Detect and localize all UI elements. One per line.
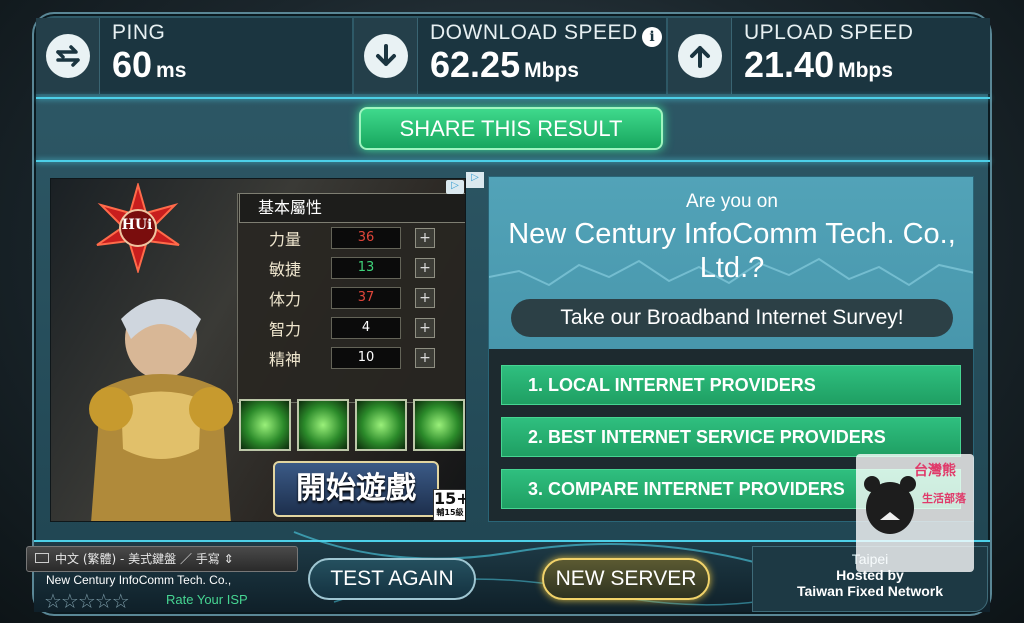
game-ad[interactable]: HUi 基本屬性 力量 36 + 敏捷 13 + 体力 37 + 智力 4 + 精神 10 + 開始遊戲 1… (50, 178, 466, 522)
rating-stars[interactable]: ☆☆☆☆☆ (44, 589, 130, 613)
attribute-value: 37 (331, 287, 401, 309)
share-result-button[interactable]: SHARE THIS RESULT (359, 107, 663, 150)
attribute-plus-button[interactable]: + (415, 348, 435, 368)
arrow-up-icon (677, 34, 722, 78)
attribute-plus-button[interactable]: + (415, 228, 435, 248)
game-logo-text: HUi (121, 217, 153, 233)
download-value: 62.25 (430, 44, 521, 85)
attribute-plus-button[interactable]: + (415, 318, 435, 338)
arrow-down-icon (363, 34, 408, 78)
attribute-value: 4 (331, 317, 401, 339)
header-divider (36, 97, 990, 99)
attribute-name: 智力 (269, 320, 302, 339)
speedtest-app: PING 60 ms DOWNLOAD SPEED 62.25 Mbps i UPL… (0, 0, 1024, 623)
bear-mascot-icon (864, 476, 916, 534)
skill-icon (297, 399, 349, 451)
attribute-plus-button[interactable]: + (415, 258, 435, 278)
survey-question: Are you on (686, 191, 778, 212)
attribute-row: 敏捷 13 + (251, 255, 465, 281)
age-rating-badge: 15+輔15級 (433, 489, 465, 521)
skill-icons (239, 399, 465, 451)
attributes-title: 基本屬性 (239, 193, 465, 223)
swap-arrows-icon (45, 34, 90, 78)
upload-stat: UPLOAD SPEED 21.40 Mbps (668, 18, 913, 94)
adchoices-icon[interactable]: ▷ (446, 180, 464, 194)
attribute-row: 体力 37 + (251, 285, 465, 311)
watermark-subtext: 生活部落 (922, 492, 966, 505)
watermark-text: 台灣熊 (914, 463, 956, 479)
keyboard-icon (35, 553, 49, 563)
share-divider (36, 160, 990, 162)
attribute-name: 精神 (269, 350, 302, 369)
download-unit: Mbps (524, 59, 579, 82)
start-game-button[interactable]: 開始遊戲 (273, 461, 439, 517)
upload-unit: Mbps (838, 59, 893, 82)
ping-value: 60 (112, 44, 153, 85)
skill-icon (239, 399, 291, 451)
ime-label: 中文 (繁體) - 美式鍵盤 ／ 手寫 ⇕ (55, 552, 234, 566)
ping-label: PING (112, 21, 166, 44)
upload-label: UPLOAD SPEED (744, 21, 914, 44)
skill-icon (355, 399, 407, 451)
ime-toolbar[interactable]: 中文 (繁體) - 美式鍵盤 ／ 手寫 ⇕ (26, 546, 298, 572)
attribute-plus-button[interactable]: + (415, 288, 435, 308)
best-providers-button[interactable]: 2. BEST INTERNET SERVICE PROVIDERS (501, 417, 961, 457)
attribute-value: 36 (331, 227, 401, 249)
info-icon[interactable]: i (642, 27, 662, 47)
local-providers-button[interactable]: 1. LOCAL INTERNET PROVIDERS (501, 365, 961, 405)
new-server-button[interactable]: NEW SERVER (542, 558, 710, 600)
download-label: DOWNLOAD SPEED (430, 21, 638, 44)
watermark-logo: 台灣熊 生活部落 (856, 454, 974, 572)
ping-unit: ms (156, 59, 187, 82)
ping-stat: PING 60 ms (36, 18, 186, 94)
rate-isp-link[interactable]: Rate Your ISP (166, 592, 248, 607)
attribute-name: 敏捷 (269, 260, 302, 279)
test-again-button[interactable]: TEST AGAIN (308, 558, 476, 600)
download-stat: DOWNLOAD SPEED 62.25 Mbps (354, 18, 638, 94)
survey-isp-name: New Century InfoComm Tech. Co., Ltd.? (508, 218, 956, 284)
survey-cta-button[interactable]: Take our Broadband Internet Survey! (511, 299, 953, 337)
attribute-row: 力量 36 + (251, 225, 465, 251)
attribute-name: 力量 (269, 230, 302, 249)
attribute-row: 精神 10 + (251, 345, 465, 371)
upload-value: 21.40 (744, 44, 835, 85)
isp-name: New Century InfoComm Tech. Co., (46, 573, 232, 587)
attribute-value: 10 (331, 347, 401, 369)
server-host: Taiwan Fixed Network (797, 583, 943, 599)
warrior-character-image (89, 299, 233, 521)
adchoices-icon[interactable]: ▷ (466, 172, 484, 188)
attribute-name: 体力 (269, 290, 302, 309)
skill-icon (413, 399, 465, 451)
attribute-value: 13 (331, 257, 401, 279)
attribute-row: 智力 4 + (251, 315, 465, 341)
